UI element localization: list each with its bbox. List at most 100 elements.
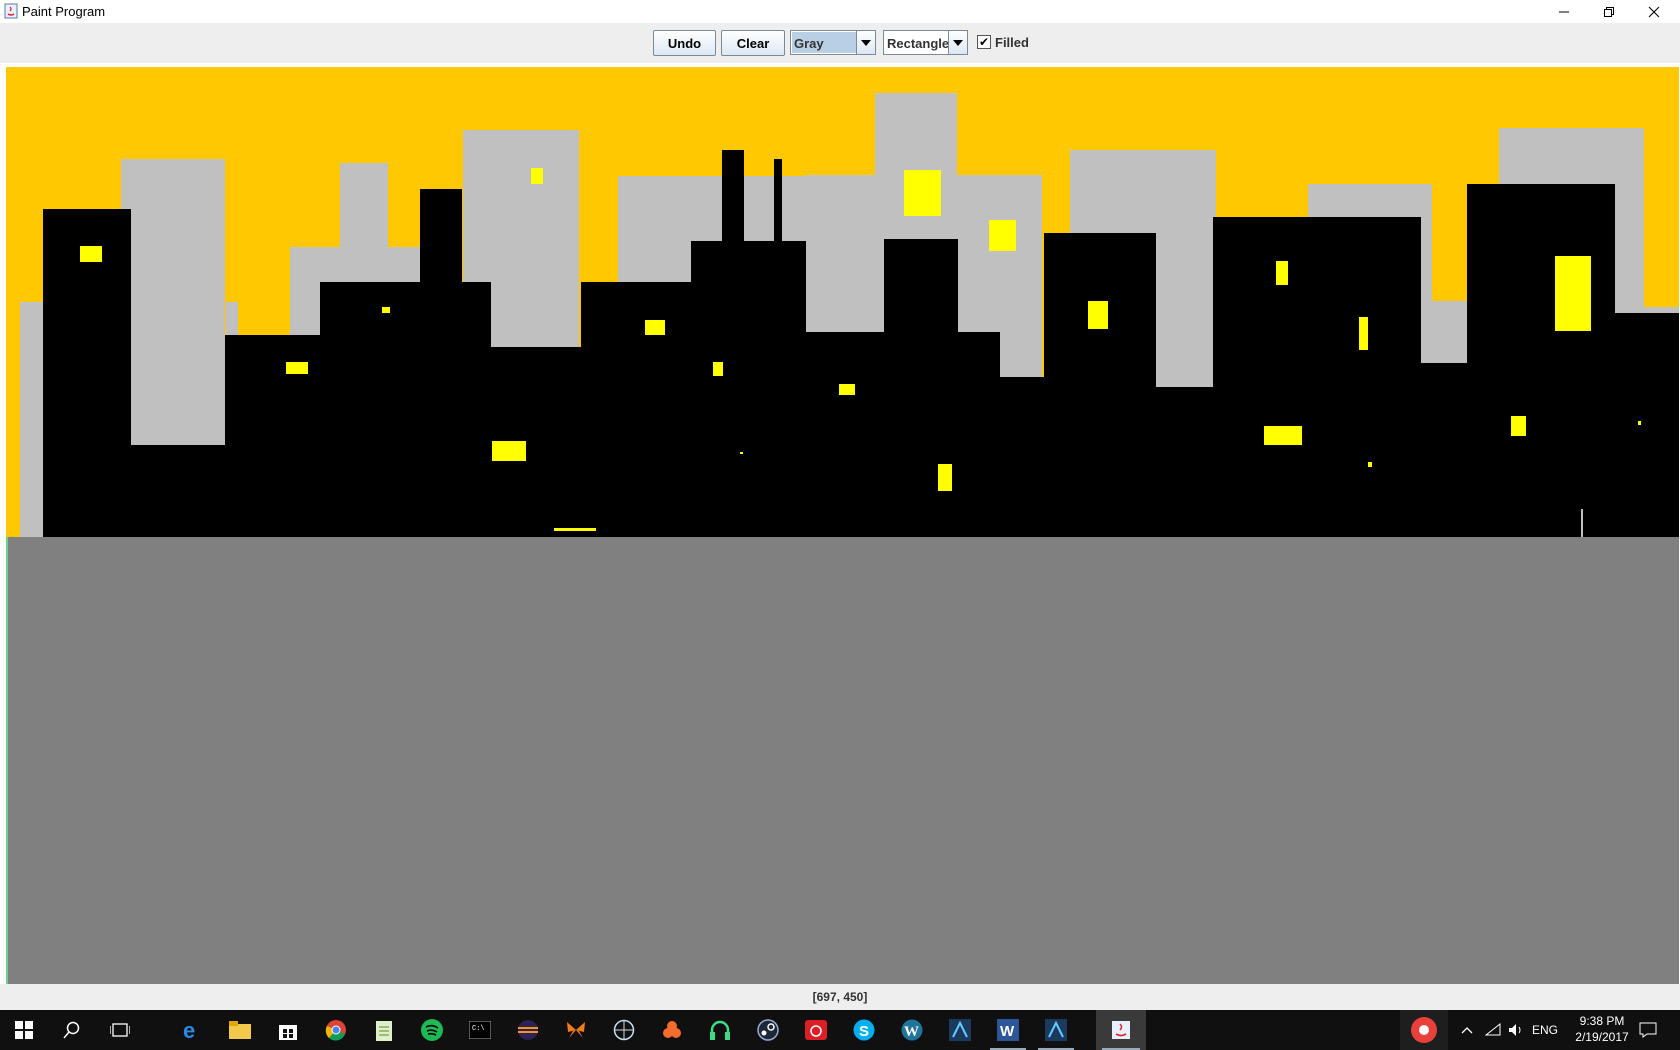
taskbar-steam[interactable] xyxy=(744,1010,792,1050)
near-building xyxy=(774,159,782,249)
near-building xyxy=(691,241,806,537)
near-building xyxy=(225,335,325,537)
notification-icon xyxy=(1639,1022,1657,1038)
chevron-down-icon[interactable] xyxy=(856,31,875,54)
taskbar-word[interactable]: W xyxy=(984,1010,1032,1050)
near-building xyxy=(722,150,744,250)
window-title: Paint Program xyxy=(22,4,106,19)
near-building xyxy=(320,282,491,537)
task-view-icon xyxy=(110,1023,130,1037)
tray-volume[interactable] xyxy=(1503,1010,1529,1050)
canvas-drawing xyxy=(6,67,1679,984)
wordpress-icon: W xyxy=(901,1019,923,1041)
taskbar-edge[interactable]: e xyxy=(168,1010,216,1050)
maximize-icon xyxy=(1604,6,1614,17)
taskbar-globe[interactable] xyxy=(600,1010,648,1050)
filled-checkbox[interactable]: ✔ xyxy=(977,35,991,49)
taskbar-spotify[interactable] xyxy=(408,1010,456,1050)
word-icon: W xyxy=(997,1019,1019,1041)
chrome-icon xyxy=(325,1020,346,1041)
near-building xyxy=(1213,217,1421,537)
start-button[interactable] xyxy=(0,1010,48,1050)
close-button[interactable] xyxy=(1631,0,1677,23)
wifi-icon xyxy=(1485,1023,1501,1036)
svg-text:S: S xyxy=(859,1023,869,1040)
svg-text:e: e xyxy=(183,1019,195,1041)
taskbar-chrome[interactable] xyxy=(312,1010,360,1050)
tray-language[interactable]: ENG xyxy=(1532,1023,1558,1037)
search-icon xyxy=(63,1021,80,1039)
shape-dropdown[interactable]: Rectangle xyxy=(883,30,968,55)
tray-app-icon xyxy=(1411,1017,1437,1043)
window xyxy=(1359,317,1368,350)
window xyxy=(904,170,941,216)
origin-icon xyxy=(663,1021,681,1038)
far-building xyxy=(121,159,225,446)
toolbar: Undo Clear Gray Rectangle ✔ Filled xyxy=(0,23,1680,63)
minimize-icon xyxy=(1559,11,1569,12)
svg-text:C:\: C:\ xyxy=(472,1025,485,1033)
window xyxy=(839,384,855,395)
app2-icon xyxy=(1045,1019,1067,1041)
window xyxy=(1276,261,1288,285)
window xyxy=(1368,462,1372,467)
near-building xyxy=(1044,233,1156,537)
window xyxy=(1511,416,1526,436)
taskbar-butterfly[interactable] xyxy=(552,1010,600,1050)
near-building xyxy=(1156,387,1219,537)
taskbar-app[interactable] xyxy=(936,1010,984,1050)
near-building xyxy=(884,239,958,339)
color-dropdown-value: Gray xyxy=(794,36,824,51)
ground-rect xyxy=(6,537,1679,984)
color-dropdown[interactable]: Gray xyxy=(790,30,876,55)
start-icon xyxy=(15,1021,33,1039)
minimize-button[interactable] xyxy=(1541,0,1587,23)
taskbar-eclipse[interactable] xyxy=(504,1010,552,1050)
taskbar-notepad[interactable] xyxy=(360,1010,408,1050)
undo-button[interactable]: Undo xyxy=(653,30,716,56)
spotify-icon xyxy=(421,1019,443,1041)
near-building xyxy=(806,332,1000,537)
task-view-button[interactable] xyxy=(96,1010,144,1050)
close-icon xyxy=(1648,6,1660,17)
window xyxy=(1088,301,1108,329)
chevron-down-icon[interactable] xyxy=(948,31,967,54)
taskbar-terminal[interactable]: C:\ xyxy=(456,1010,504,1050)
java-icon xyxy=(4,3,18,19)
chevron-up-icon xyxy=(1461,1027,1473,1034)
taskbar-origin[interactable] xyxy=(648,1010,696,1050)
taskbar-java[interactable] xyxy=(1096,1010,1146,1050)
tray-app[interactable] xyxy=(1400,1010,1448,1050)
taskbar-skype[interactable]: S xyxy=(840,1010,888,1050)
clear-button[interactable]: Clear xyxy=(721,30,785,56)
checkmark-icon: ✔ xyxy=(978,35,990,49)
window xyxy=(554,528,596,531)
search-button[interactable] xyxy=(48,1010,96,1050)
status-bar: [697, 450] xyxy=(0,984,1680,1010)
app-icon xyxy=(949,1019,971,1041)
ground-edge xyxy=(6,537,8,984)
action-center-button[interactable] xyxy=(1620,1010,1676,1050)
skype-icon: S xyxy=(853,1019,875,1041)
title-bar: Paint Program xyxy=(0,0,1680,23)
tray-overflow[interactable] xyxy=(1453,1010,1481,1050)
taskbar-creative-cloud[interactable] xyxy=(792,1010,840,1050)
far-building xyxy=(340,163,388,273)
drawing-canvas[interactable] xyxy=(6,67,1679,984)
steam-icon xyxy=(757,1019,779,1041)
near-building xyxy=(131,445,231,537)
edge-icon: e xyxy=(183,1019,195,1041)
taskbar-wordpress[interactable]: W xyxy=(888,1010,936,1050)
near-building xyxy=(1610,313,1679,537)
file-explorer-icon xyxy=(229,1021,251,1039)
window xyxy=(80,246,102,262)
globe-icon xyxy=(613,1019,635,1041)
window xyxy=(938,464,952,491)
taskbar-headphones[interactable] xyxy=(696,1010,744,1050)
creative-cloud-icon xyxy=(805,1020,827,1040)
taskbar-app-2[interactable] xyxy=(1032,1010,1080,1050)
restore-button[interactable] xyxy=(1586,0,1632,23)
window xyxy=(382,307,390,313)
taskbar-file-explorer[interactable] xyxy=(216,1010,264,1050)
taskbar-store[interactable] xyxy=(264,1010,312,1050)
